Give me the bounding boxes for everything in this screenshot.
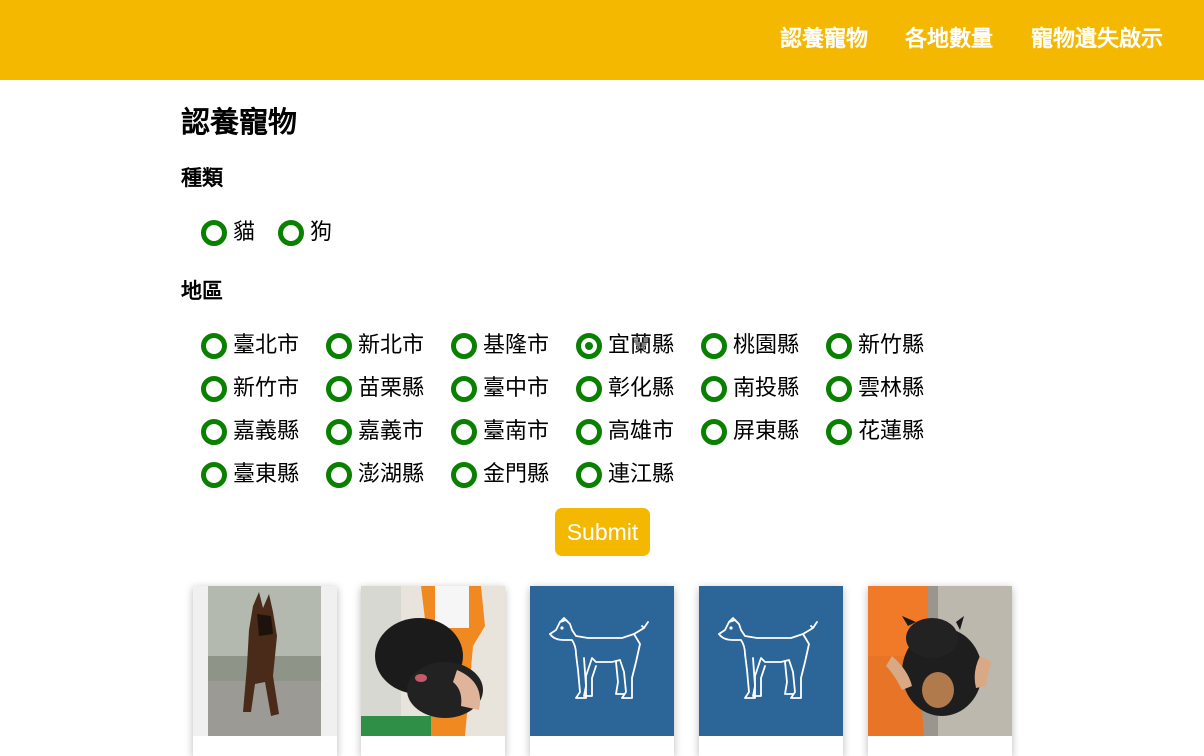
radio-label: 澎湖縣 xyxy=(358,462,425,487)
radio-label: 臺北市 xyxy=(233,333,300,358)
radio-circle[interactable] xyxy=(326,376,352,402)
radio-label: 新北市 xyxy=(358,333,425,358)
radio-circle[interactable] xyxy=(826,376,852,402)
submit-button[interactable]: Submit xyxy=(555,508,650,556)
radio-region-18[interactable]: 花蓮縣 xyxy=(826,417,924,447)
radio-circle[interactable] xyxy=(326,333,352,359)
radio-label: 桃園縣 xyxy=(733,333,800,358)
radio-label: 金門縣 xyxy=(483,462,550,487)
radio-label: 新竹縣 xyxy=(858,333,925,358)
pet-card[interactable] xyxy=(193,586,337,756)
radio-circle[interactable] xyxy=(576,462,602,488)
page-title: 認養寵物 xyxy=(181,105,298,139)
radio-region-15[interactable]: 臺南市 xyxy=(451,417,549,447)
nav-link-adopt[interactable]: 認養寵物 xyxy=(780,24,868,56)
radio-label: 雲林縣 xyxy=(858,376,925,401)
radio-region-4[interactable]: 宜蘭縣 xyxy=(576,331,674,361)
radio-label: 連江縣 xyxy=(608,462,675,487)
radio-region-7[interactable]: 新竹市 xyxy=(201,374,299,404)
dog-placeholder-icon xyxy=(699,586,843,736)
radio-label: 高雄市 xyxy=(608,419,675,444)
radio-region-21[interactable]: 金門縣 xyxy=(451,460,549,490)
radio-circle[interactable] xyxy=(576,376,602,402)
radio-region-8[interactable]: 苗栗縣 xyxy=(326,374,424,404)
radio-label: 臺南市 xyxy=(483,419,550,444)
radio-circle[interactable] xyxy=(201,220,227,246)
radio-region-12[interactable]: 雲林縣 xyxy=(826,374,924,404)
radio-circle[interactable] xyxy=(826,333,852,359)
radio-region-17[interactable]: 屏東縣 xyxy=(701,417,799,447)
radio-label: 臺中市 xyxy=(483,376,550,401)
radio-label: 苗栗縣 xyxy=(358,376,425,401)
radio-circle[interactable] xyxy=(701,333,727,359)
type-section-label: 種類 xyxy=(181,166,223,190)
radio-region-9[interactable]: 臺中市 xyxy=(451,374,549,404)
radio-label: 南投縣 xyxy=(733,376,800,401)
radio-region-5[interactable]: 桃園縣 xyxy=(701,331,799,361)
pet-card[interactable] xyxy=(530,586,674,756)
radio-region-22[interactable]: 連江縣 xyxy=(576,460,674,490)
radio-region-1[interactable]: 臺北市 xyxy=(201,331,299,361)
radio-circle[interactable] xyxy=(451,376,477,402)
radio-circle[interactable] xyxy=(451,419,477,445)
radio-label: 屏東縣 xyxy=(733,419,800,444)
radio-circle[interactable] xyxy=(576,419,602,445)
nav-link-regional-count[interactable]: 各地數量 xyxy=(905,24,993,56)
radio-circle[interactable] xyxy=(201,419,227,445)
dog-placeholder-icon xyxy=(530,586,674,736)
pet-card[interactable] xyxy=(361,586,505,756)
radio-label: 新竹市 xyxy=(233,376,300,401)
radio-label: 嘉義縣 xyxy=(233,419,300,444)
region-section-label: 地區 xyxy=(181,279,223,303)
radio-region-6[interactable]: 新竹縣 xyxy=(826,331,924,361)
radio-label: 嘉義市 xyxy=(358,419,425,444)
radio-circle[interactable] xyxy=(576,333,602,359)
radio-label: 臺東縣 xyxy=(233,462,300,487)
radio-region-10[interactable]: 彰化縣 xyxy=(576,374,674,404)
radio-label: 彰化縣 xyxy=(608,376,675,401)
radio-region-20[interactable]: 澎湖縣 xyxy=(326,460,424,490)
radio-circle[interactable] xyxy=(701,376,727,402)
radio-circle[interactable] xyxy=(701,419,727,445)
nav-link-lost-pets[interactable]: 寵物遺失啟示 xyxy=(1031,24,1163,56)
top-navbar: 認養寵物 各地數量 寵物遺失啟示 xyxy=(0,0,1204,80)
radio-region-16[interactable]: 高雄市 xyxy=(576,417,674,447)
pet-photo xyxy=(193,586,337,736)
pet-card[interactable] xyxy=(699,586,843,756)
radio-region-19[interactable]: 臺東縣 xyxy=(201,460,299,490)
radio-label: 貓 xyxy=(233,220,256,245)
pet-card[interactable] xyxy=(868,586,1012,756)
radio-circle[interactable] xyxy=(201,376,227,402)
radio-circle[interactable] xyxy=(451,462,477,488)
radio-label: 花蓮縣 xyxy=(858,419,925,444)
radio-circle[interactable] xyxy=(451,333,477,359)
pet-photo xyxy=(361,586,505,736)
radio-circle[interactable] xyxy=(278,220,304,246)
radio-region-14[interactable]: 嘉義市 xyxy=(326,417,424,447)
radio-region-3[interactable]: 基隆市 xyxy=(451,331,549,361)
radio-circle[interactable] xyxy=(201,333,227,359)
pet-photo xyxy=(868,586,1012,736)
radio-region-11[interactable]: 南投縣 xyxy=(701,374,799,404)
radio-cat[interactable]: 貓 xyxy=(201,218,255,248)
radio-circle[interactable] xyxy=(201,462,227,488)
radio-region-13[interactable]: 嘉義縣 xyxy=(201,417,299,447)
radio-circle[interactable] xyxy=(326,419,352,445)
radio-label: 宜蘭縣 xyxy=(608,333,675,358)
radio-circle[interactable] xyxy=(826,419,852,445)
radio-dog[interactable]: 狗 xyxy=(278,218,332,248)
radio-label: 基隆市 xyxy=(483,333,550,358)
radio-circle[interactable] xyxy=(326,462,352,488)
radio-region-2[interactable]: 新北市 xyxy=(326,331,424,361)
radio-label: 狗 xyxy=(310,220,333,245)
